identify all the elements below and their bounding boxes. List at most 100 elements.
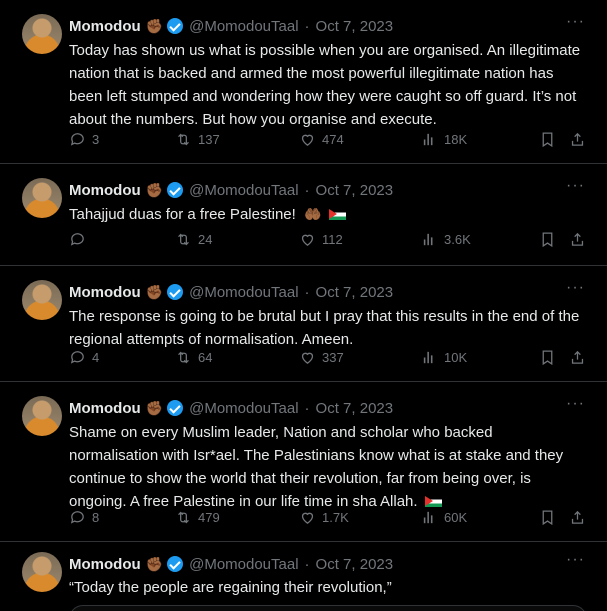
- tweet-header: Momodou ✊🏾 @MomodouTaal · Oct 7, 2023: [69, 554, 587, 574]
- media-card[interactable]: [69, 605, 587, 611]
- verified-badge-icon: [167, 18, 184, 34]
- repost-button[interactable]: 64: [175, 349, 212, 366]
- tweet[interactable]: Momodou ✊🏾 @MomodouTaal · Oct 7, 2023 ··…: [0, 164, 607, 266]
- tweet-text: Today has shown us what is possible when…: [69, 42, 581, 128]
- avatar[interactable]: [22, 14, 62, 54]
- tweet[interactable]: Momodou ✊🏾 @MomodouTaal · Oct 7, 2023 ··…: [0, 382, 607, 542]
- display-name[interactable]: Momodou: [69, 18, 141, 35]
- views-button[interactable]: 10K: [421, 349, 467, 366]
- share-button[interactable]: [569, 231, 586, 248]
- views-button[interactable]: 60K: [421, 509, 467, 526]
- tweet-text-container: Shame on every Muslim leader, Nation and…: [69, 421, 585, 513]
- bookmark-icon: [542, 350, 553, 366]
- tweet-actions: 24 112 3.6K: [69, 231, 587, 253]
- bookmark-icon: [542, 510, 553, 526]
- tweet[interactable]: Momodou ✊🏾 @MomodouTaal · Oct 7, 2023 ··…: [0, 0, 607, 164]
- user-handle[interactable]: @MomodouTaal: [189, 284, 298, 301]
- reply-button[interactable]: [69, 231, 92, 248]
- bookmark-button[interactable]: [539, 131, 556, 148]
- reply-button[interactable]: 4: [69, 349, 99, 366]
- more-options-icon[interactable]: ···: [566, 13, 585, 31]
- like-button[interactable]: 1.7K: [299, 509, 349, 526]
- views-chart-icon: [423, 233, 433, 246]
- user-handle[interactable]: @MomodouTaal: [189, 400, 298, 417]
- verified-badge-icon: [167, 556, 184, 572]
- avatar[interactable]: [22, 552, 62, 592]
- share-button[interactable]: [569, 131, 586, 148]
- user-handle[interactable]: @MomodouTaal: [189, 182, 298, 199]
- bookmark-button[interactable]: [539, 349, 556, 366]
- tweet-header: Momodou ✊🏾 @MomodouTaal · Oct 7, 2023: [69, 398, 587, 418]
- like-button[interactable]: 474: [299, 131, 344, 148]
- separator-dot: ·: [304, 17, 310, 35]
- bookmark-button[interactable]: [539, 509, 556, 526]
- tweet-date[interactable]: Oct 7, 2023: [316, 284, 394, 301]
- share-button[interactable]: [569, 349, 586, 366]
- views-button[interactable]: 18K: [421, 131, 467, 148]
- share-button[interactable]: [569, 509, 586, 526]
- reply-count: 4: [92, 350, 100, 365]
- tweet-date[interactable]: Oct 7, 2023: [316, 400, 394, 417]
- like-button[interactable]: 112: [299, 231, 343, 248]
- repost-icon: [178, 511, 189, 524]
- repost-count: 479: [198, 510, 220, 525]
- views-chart-icon: [423, 351, 433, 364]
- repost-count: 64: [198, 350, 213, 365]
- fist-emoji-icon: ✊🏾: [145, 283, 164, 300]
- display-name[interactable]: Momodou: [69, 284, 141, 301]
- like-button[interactable]: 337: [299, 349, 344, 366]
- reply-icon: [70, 511, 84, 524]
- tweet[interactable]: Momodou ✊🏾 @MomodouTaal · Oct 7, 2023 ··…: [0, 266, 607, 382]
- avatar[interactable]: [22, 280, 62, 320]
- tweet-text-container: Tahajjud duas for a free Palestine! 🤲🏾: [69, 203, 585, 226]
- tweet-actions: 4 64 337 10K: [69, 349, 587, 371]
- separator-dot: ·: [304, 283, 310, 301]
- display-name[interactable]: Momodou: [69, 400, 141, 417]
- timeline-feed: Momodou ✊🏾 @MomodouTaal · Oct 7, 2023 ··…: [0, 0, 607, 611]
- fist-emoji-icon: ✊🏾: [145, 555, 164, 572]
- verified-badge-icon: [167, 400, 184, 416]
- reply-icon: [70, 133, 84, 146]
- repost-button[interactable]: 479: [175, 509, 220, 526]
- tweet[interactable]: Momodou ✊🏾 @MomodouTaal · Oct 7, 2023 ··…: [0, 542, 607, 611]
- tweet-date[interactable]: Oct 7, 2023: [316, 182, 394, 199]
- views-count: 18K: [444, 132, 468, 147]
- more-options-icon[interactable]: ···: [566, 551, 585, 569]
- share-icon: [571, 350, 584, 364]
- avatar[interactable]: [22, 178, 62, 218]
- bookmark-button[interactable]: [539, 231, 556, 248]
- reply-button[interactable]: 8: [69, 509, 99, 526]
- views-button[interactable]: 3.6K: [421, 231, 471, 248]
- display-name[interactable]: Momodou: [69, 556, 141, 573]
- more-options-icon[interactable]: ···: [566, 395, 585, 413]
- reply-button[interactable]: 3: [69, 131, 99, 148]
- heart-icon: [301, 352, 314, 364]
- repost-button[interactable]: 24: [175, 231, 212, 248]
- tweet-text: Shame on every Muslim leader, Nation and…: [69, 424, 564, 510]
- more-options-icon[interactable]: ···: [566, 177, 585, 195]
- reply-icon: [70, 351, 84, 364]
- more-options-icon[interactable]: ···: [566, 279, 585, 297]
- repost-count: 137: [198, 132, 220, 147]
- display-name[interactable]: Momodou: [69, 182, 141, 199]
- separator-dot: ·: [304, 399, 310, 417]
- bookmark-icon: [542, 232, 553, 248]
- reply-count: 8: [92, 510, 100, 525]
- views-chart-icon: [423, 511, 433, 524]
- repost-icon: [178, 351, 189, 364]
- views-count: 60K: [444, 510, 468, 525]
- palestine-flag-icon: [328, 209, 346, 220]
- repost-button[interactable]: 137: [175, 131, 220, 148]
- views-count: 3.6K: [444, 232, 471, 247]
- tweet-date[interactable]: Oct 7, 2023: [316, 556, 394, 573]
- separator-dot: ·: [304, 555, 310, 573]
- reply-count: 3: [92, 132, 100, 147]
- user-handle[interactable]: @MomodouTaal: [189, 18, 298, 35]
- share-icon: [571, 510, 584, 524]
- tweet-date[interactable]: Oct 7, 2023: [316, 18, 394, 35]
- user-handle[interactable]: @MomodouTaal: [189, 556, 298, 573]
- share-icon: [571, 132, 584, 146]
- avatar[interactable]: [22, 396, 62, 436]
- heart-icon: [301, 134, 314, 146]
- praying-hands-emoji-icon: 🤲🏾: [303, 206, 322, 222]
